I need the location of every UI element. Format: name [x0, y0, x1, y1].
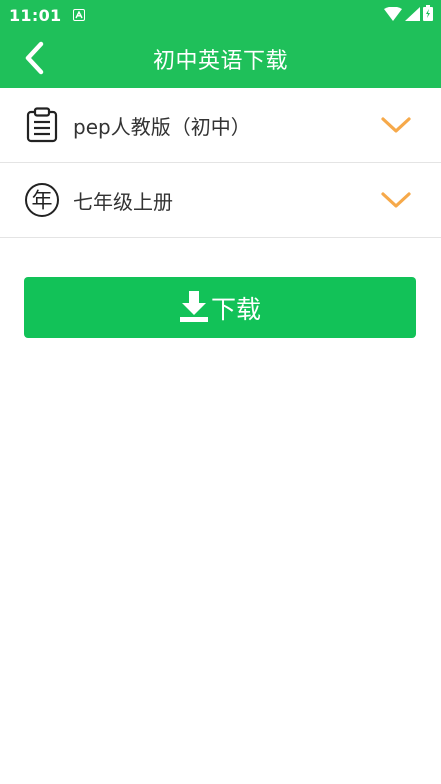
download-button[interactable]: 下载: [24, 277, 416, 338]
battery-charging-icon: [423, 5, 433, 25]
chevron-down-icon: [379, 189, 413, 211]
edition-selector[interactable]: pep人教版（初中）: [0, 88, 441, 163]
nian-year-icon: 年: [24, 182, 60, 218]
download-icon: [179, 290, 209, 326]
a-letter-icon: [73, 9, 86, 21]
chevron-down-icon: [379, 114, 413, 136]
back-button[interactable]: [14, 40, 54, 80]
download-label: 下载: [210, 294, 261, 324]
status-time: 11:01: [9, 5, 62, 25]
clipboard-icon: [24, 107, 60, 143]
grade-selector[interactable]: 年 七年级上册: [0, 163, 441, 238]
status-bar: 11:01: [0, 0, 441, 30]
wifi-icon: [384, 6, 402, 25]
cell-signal-icon: [405, 6, 420, 25]
app-bar: 初中英语下载: [0, 30, 441, 88]
year-icon-glyph: 年: [32, 189, 53, 213]
status-icons: [384, 5, 433, 25]
edition-label: pep人教版（初中）: [73, 114, 251, 139]
page-title: 初中英语下载: [152, 49, 288, 74]
screen: 11:01 初中英语下载 pep人教版（初中） 年 七年级上册 下载: [0, 0, 441, 784]
chevron-left-icon: [23, 41, 45, 79]
grade-label: 七年级上册: [73, 189, 173, 214]
